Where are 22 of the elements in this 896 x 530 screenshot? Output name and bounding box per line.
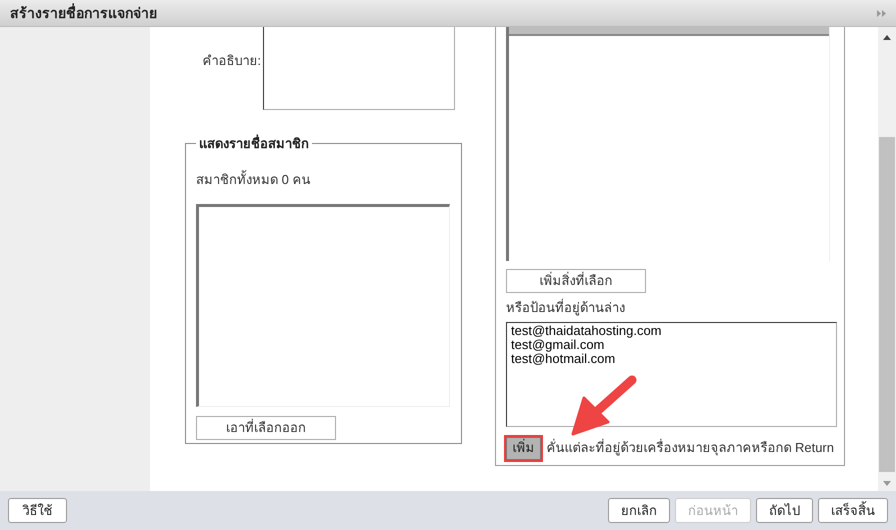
separator-hint: คั่นแต่ละที่อยู่ด้วยเครื่องหมายจุลภาคหรือกด Return <box>546 438 834 458</box>
scrollbar-thumb[interactable] <box>879 137 895 472</box>
scroll-down-icon[interactable] <box>883 481 891 486</box>
add-button[interactable]: เพิ่ม <box>504 434 544 462</box>
footer-button[interactable]: เสร็จสิ้น <box>818 498 888 523</box>
help-button[interactable]: วิธีใช้ <box>8 498 67 523</box>
window-title: สร้างรายชื่อการแจกจ่าย <box>10 2 157 22</box>
members-listbox[interactable] <box>196 204 450 407</box>
expand-icon[interactable] <box>877 10 886 16</box>
recipients-listbox[interactable] <box>506 27 830 261</box>
remove-selected-button[interactable]: เอาที่เลือกออก <box>196 416 336 440</box>
scrollbar[interactable] <box>878 27 896 491</box>
members-legend: แสดงรายชื่อสมาชิก <box>196 134 312 154</box>
footer-button[interactable]: ถัดไป <box>756 498 813 523</box>
manual-entry-label: หรือป้อนที่อยู่ด้านล่าง <box>506 298 626 318</box>
scroll-up-icon[interactable] <box>883 35 891 40</box>
description-label: คำอธิบาย: <box>201 52 262 70</box>
footer-button[interactable]: ยกเลิก <box>608 498 670 523</box>
address-field[interactable]: test@thaidatahosting.com test@gmail.com test@hotmail.com <box>506 322 837 426</box>
member-count: สมาชิกทั้งหมด 0 คน <box>196 170 312 188</box>
description-field[interactable] <box>263 27 455 110</box>
add-selected-button[interactable]: เพิ่มสิ่งที่เลือก <box>506 269 646 293</box>
